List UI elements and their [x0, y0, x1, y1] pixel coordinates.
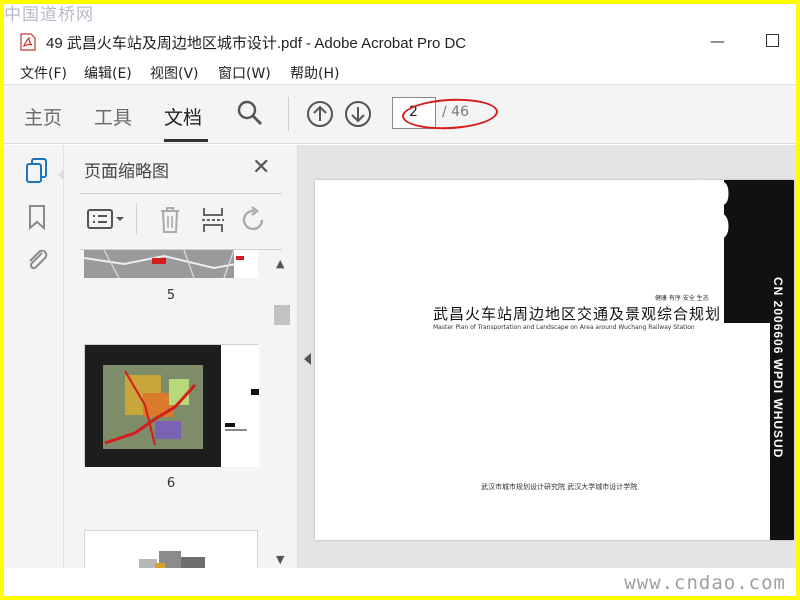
search-icon[interactable] — [236, 99, 264, 127]
menu-bar: 文件(F) 编辑(E) 视图(V) 窗口(W) 帮助(H) — [4, 58, 796, 84]
minimize-button[interactable]: — — [710, 32, 725, 50]
thumbnail-label: 5 — [166, 288, 176, 303]
tools-separator — [136, 203, 137, 235]
bookmarks-icon[interactable] — [24, 203, 50, 231]
menu-edit[interactable]: 编辑(E) — [84, 63, 132, 83]
attachments-icon[interactable] — [24, 245, 50, 275]
thumbnail-list: 5 6 — [64, 250, 298, 568]
thumbnail-page-6[interactable] — [84, 344, 259, 467]
panel-tools — [80, 195, 282, 249]
close-panel-icon[interactable]: ✕ — [252, 155, 270, 180]
thumbnails-panel: 页面缩略图 ✕ 5 6 ▲ ▼ — [64, 145, 298, 568]
thumbnail-page-7[interactable] — [84, 530, 258, 568]
cover-tags: 健康 有序 安全 生态 — [655, 295, 709, 302]
panel-divider — [80, 193, 282, 194]
extract-pages-icon[interactable] — [200, 205, 226, 235]
watermark-bottom: www.cndao.com — [624, 572, 786, 594]
document-organizations: 武汉市城市规划设计研究院 武汉大学城市设计学院 — [481, 483, 638, 491]
cover-sc-text: SC — [686, 178, 738, 242]
panel-title: 页面缩略图 — [84, 162, 169, 182]
cover-vertical-text: CN 2006606 WPDI WHUSUD — [771, 277, 785, 459]
rotate-page-icon[interactable] — [240, 205, 268, 235]
menu-view[interactable]: 视图(V) — [150, 63, 199, 83]
tab-document[interactable]: 文档 — [164, 103, 202, 130]
menu-help[interactable]: 帮助(H) — [290, 63, 339, 83]
page-thumbnails-icon[interactable] — [24, 157, 50, 185]
thumbnail-scrollbar[interactable]: ▲ ▼ — [272, 253, 290, 568]
scrollbar-thumb[interactable] — [274, 305, 290, 325]
scroll-down-icon[interactable]: ▼ — [276, 553, 284, 566]
thumbnail-plan-image — [85, 345, 259, 467]
scroll-up-icon[interactable]: ▲ — [276, 257, 284, 270]
next-page-icon[interactable] — [344, 100, 372, 128]
options-menu-icon[interactable] — [86, 207, 126, 233]
thumbnail-page-5[interactable] — [84, 250, 258, 278]
title-bar: 49 武昌火车站及周边地区城市设计.pdf - Adobe Acrobat Pr… — [4, 24, 796, 58]
menu-file[interactable]: 文件(F) — [20, 63, 67, 83]
tab-tools[interactable]: 工具 — [94, 103, 132, 130]
document-subtitle: Master Plan of Transportation and Landsc… — [433, 324, 695, 331]
thumbnail-photo-image — [139, 551, 205, 568]
active-tab-indicator — [164, 139, 208, 142]
menu-window[interactable]: 窗口(W) — [218, 63, 271, 83]
delete-page-icon[interactable] — [158, 205, 182, 235]
toolbar: 主页 工具 文档 2 / 46 — [4, 84, 796, 144]
pdf-page: SC CN 2006606 WPDI WHUSUD 健康 有序 安全 生态 武昌… — [315, 178, 794, 540]
toolbar-separator — [288, 97, 289, 131]
thumbnail-label: 6 — [166, 476, 176, 491]
tab-home[interactable]: 主页 — [24, 103, 62, 130]
thumbnail-map-image — [84, 250, 258, 278]
pdf-file-icon — [20, 33, 36, 51]
collapse-panel-icon[interactable] — [304, 353, 311, 365]
maximize-button[interactable] — [766, 34, 779, 47]
document-title: 武昌火车站周边地区交通及景观综合规划 — [433, 305, 722, 323]
watermark-top: 中国道桥网 — [4, 5, 94, 25]
window-title: 49 武昌火车站及周边地区城市设计.pdf - Adobe Acrobat Pr… — [46, 35, 467, 52]
document-view[interactable]: SC CN 2006606 WPDI WHUSUD 健康 有序 安全 生态 武昌… — [298, 145, 796, 568]
navigation-rail — [4, 145, 65, 568]
previous-page-icon[interactable] — [306, 100, 334, 128]
